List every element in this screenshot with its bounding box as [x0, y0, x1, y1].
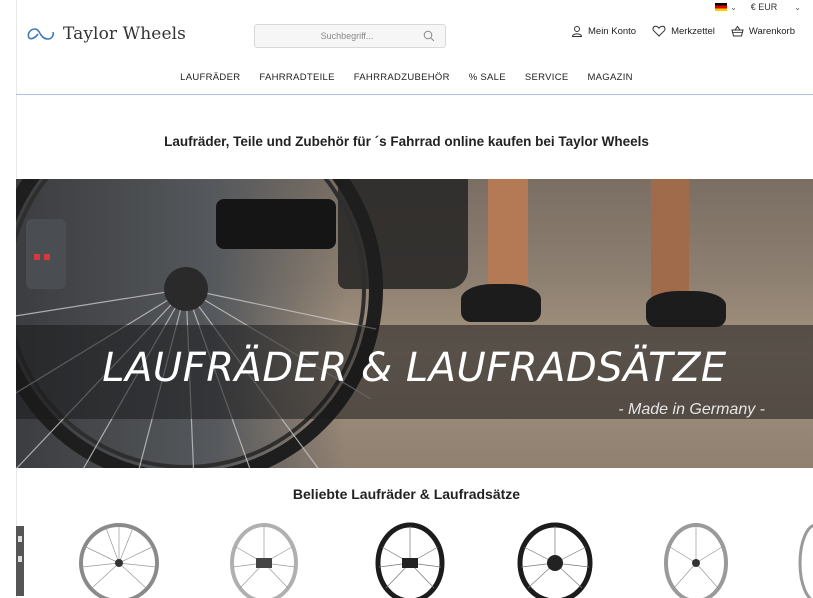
hero-banner[interactable]: LAUFRÄDER & LAUFRADSÄTZE - Made in Germa… — [16, 179, 813, 468]
product-wheel-image[interactable] — [374, 522, 446, 598]
language-selector[interactable]: ⌄ — [715, 3, 737, 12]
nav-item-service[interactable]: SERVICE — [525, 72, 569, 83]
currency-selector[interactable]: € EUR ⌄ — [751, 2, 801, 12]
hero-image-shoe — [461, 284, 541, 322]
hero-image-shoe — [646, 291, 726, 327]
heart-icon — [652, 25, 666, 37]
chevron-down-icon: ⌄ — [794, 2, 801, 12]
basket-icon — [731, 25, 744, 37]
user-icon — [571, 26, 583, 37]
product-wheel-image[interactable] — [662, 522, 730, 598]
hero-bike-wheel-graphic — [16, 179, 383, 468]
utility-bar: ⌄ € EUR ⌄ — [715, 2, 801, 12]
nav-item-fahrradzubehoer[interactable]: FAHRRADZUBEHÖR — [354, 72, 450, 83]
section-title: Beliebte Laufräder & Laufradsätze — [292, 486, 521, 502]
nav-item-fahrradteile[interactable]: FAHRRADTEILE — [259, 72, 334, 83]
currency-label: € EUR — [750, 2, 778, 12]
wishlist-label: Merkzettel — [671, 25, 715, 37]
nav-item-sale[interactable]: % SALE — [469, 72, 506, 83]
nav-item-magazin[interactable]: MAGAZIN — [587, 72, 632, 83]
product-wheel-image[interactable] — [516, 522, 594, 598]
header-actions: Mein Konto Merkzettel Warenkorb — [571, 25, 795, 37]
wishlist-link[interactable]: Merkzettel — [652, 25, 715, 37]
logo-icon — [27, 28, 55, 40]
hero-title: LAUFRÄDER & LAUFRADSÄTZE — [102, 345, 727, 391]
account-label: Mein Konto — [588, 25, 637, 37]
search-icon[interactable] — [423, 30, 435, 42]
account-link[interactable]: Mein Konto — [571, 25, 636, 37]
page-headline: Laufräder, Teile und Zubehör für ´s Fahr… — [164, 134, 649, 149]
product-partial-image — [16, 526, 24, 596]
main-navigation: LAUFRÄDER FAHRRADTEILE FAHRRADZUBEHÖR % … — [0, 72, 813, 83]
product-wheel-image[interactable] — [796, 522, 813, 598]
cart-link[interactable]: Warenkorb — [731, 25, 795, 37]
hero-subtitle: - Made in Germany - — [618, 401, 765, 418]
cart-label: Warenkorb — [748, 25, 795, 37]
nav-item-laufraeder[interactable]: LAUFRÄDER — [180, 72, 240, 83]
nav-divider — [16, 94, 813, 95]
product-wheel-image[interactable] — [228, 522, 300, 598]
search-input[interactable] — [255, 25, 427, 47]
brand-name: Taylor Wheels — [63, 24, 186, 44]
product-carousel — [16, 518, 813, 598]
product-wheel-image[interactable] — [78, 522, 160, 598]
brand-logo[interactable]: Taylor Wheels — [26, 24, 186, 44]
chevron-down-icon: ⌄ — [730, 2, 737, 12]
german-flag-icon — [715, 3, 728, 11]
search-box — [254, 24, 446, 48]
